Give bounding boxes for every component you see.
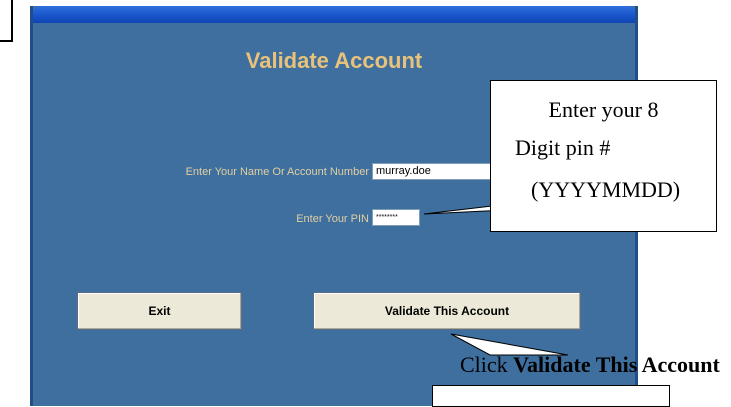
click-callout-bold: Validate This Account — [513, 352, 720, 377]
window-titlebar[interactable] — [33, 6, 635, 23]
pin-callout-line1: Enter your 8 — [548, 97, 659, 122]
exit-button[interactable]: Exit — [77, 292, 242, 330]
pin-callout-line3: (YYYYMMDD) — [531, 177, 681, 202]
name-input[interactable]: murray.doe — [372, 163, 500, 180]
corner-frame — [0, 0, 13, 42]
pin-input[interactable]: ******** — [372, 209, 420, 226]
click-callout-text: Click Validate This Account — [460, 352, 720, 378]
pin-callout-line2: Digit pin # — [515, 135, 611, 160]
pin-callout: Enter your 8 Digit pin # (YYYYMMDD) — [490, 80, 717, 232]
pin-label: Enter Your PIN — [296, 213, 369, 225]
click-callout — [432, 385, 670, 407]
click-callout-prefix: Click — [460, 352, 514, 377]
validate-account-button[interactable]: Validate This Account — [313, 292, 581, 330]
page-title: Validate Account — [245, 48, 423, 73]
name-label: Enter Your Name Or Account Number — [185, 166, 369, 178]
